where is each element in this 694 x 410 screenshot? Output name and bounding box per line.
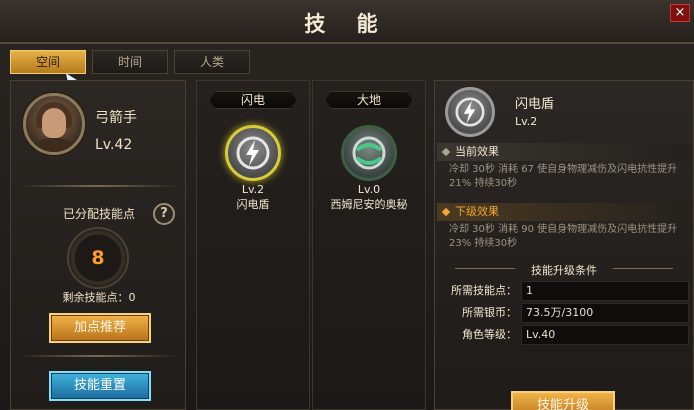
next-effect-header: 下级效果 [437,203,693,221]
lightning-icon [455,97,485,127]
close-button[interactable]: × [670,4,690,22]
reset-skills-button[interactable]: 技能重置 [49,371,151,401]
column-header: 闪电 [209,91,297,109]
detail-skill-name: 闪电盾 [515,97,555,112]
requirement-value: 1 [521,281,689,301]
tab-time[interactable]: 时间 [92,50,168,74]
divider [19,185,177,187]
assigned-points-value: 8 [91,247,105,269]
character-panel: 弓箭手 Lv.42 已分配技能点 ? 8 剩余技能点：0 加点推荐 技能重置 [10,80,186,410]
current-effect-label: 当前效果 [455,145,499,158]
upgrade-skill-button[interactable]: 技能升级 [511,391,615,410]
skill-column-lightning: 闪电 Lv.2 闪电盾 [196,80,310,410]
avatar-face [42,108,66,138]
current-effect-text: 冷却 30秒 消耗 67 使自身物理减伤及闪电抗性提升21% 持续30秒 [449,164,678,189]
requirement-silver: 所需银币： 73.5万/3100 [437,303,691,323]
title-bar: 技 能 × [0,0,694,44]
skill-level: Lv.0 [357,183,381,196]
tab-bar: 空间 时间 人类 [10,50,250,74]
skill-simnian-mystery[interactable] [341,125,397,181]
requirement-label: 角色等级： [462,328,517,341]
character-name: 弓箭手 [95,110,137,126]
requirement-label: 所需银币： [462,306,517,319]
requirement-value: 73.5万/3100 [521,303,689,323]
skill-lightning-shield[interactable] [225,125,281,181]
skill-name: 西姆尼安的奥秘 [330,198,408,211]
skill-window: 技 能 × 空间 时间 人类 弓箭手 Lv.42 已分配技能点 ? 8 剩余技能… [0,0,694,410]
earth-icon [352,136,386,170]
avatar-shoulders [30,138,78,152]
detail-skill-icon [445,87,495,137]
current-effect-header: 当前效果 [437,143,693,161]
next-effect-label: 下级效果 [455,205,499,218]
requirement-level: 角色等级： Lv.40 [437,325,691,345]
diamond-icon [441,147,451,157]
character-level: Lv.42 [95,137,133,153]
points-ring: 8 [67,227,129,289]
divider [19,355,177,357]
tab-human[interactable]: 人类 [174,50,250,74]
requirement-skill-points: 所需技能点： 1 [437,281,691,301]
next-effect-text: 冷却 30秒 消耗 90 使自身物理减伤及闪电抗性提升23% 持续30秒 [449,224,678,249]
help-icon[interactable]: ? [153,203,175,225]
skill-name: 闪电盾 [236,198,270,211]
requirement-label: 所需技能点： [451,284,517,297]
tab-space[interactable]: 空间 [10,50,86,74]
remaining-points-label: 剩余技能点：0 [62,291,136,304]
skill-column-earth: 大地 Lv.0 西姆尼安的奥秘 [312,80,426,410]
character-avatar [23,93,85,155]
detail-skill-level: Lv.2 [515,115,538,128]
column-header: 大地 [325,91,413,109]
requirement-value: Lv.40 [521,325,689,345]
upgrade-conditions-title: 技能升级条件 [435,262,693,278]
lightning-icon [236,136,270,170]
diamond-icon [441,207,451,217]
skill-level: Lv.2 [241,183,265,196]
window-title: 技 能 [304,12,390,36]
recommend-button[interactable]: 加点推荐 [49,313,151,343]
skill-detail-panel: 闪电盾 Lv.2 当前效果 冷却 30秒 消耗 67 使自身物理减伤及闪电抗性提… [434,80,694,410]
